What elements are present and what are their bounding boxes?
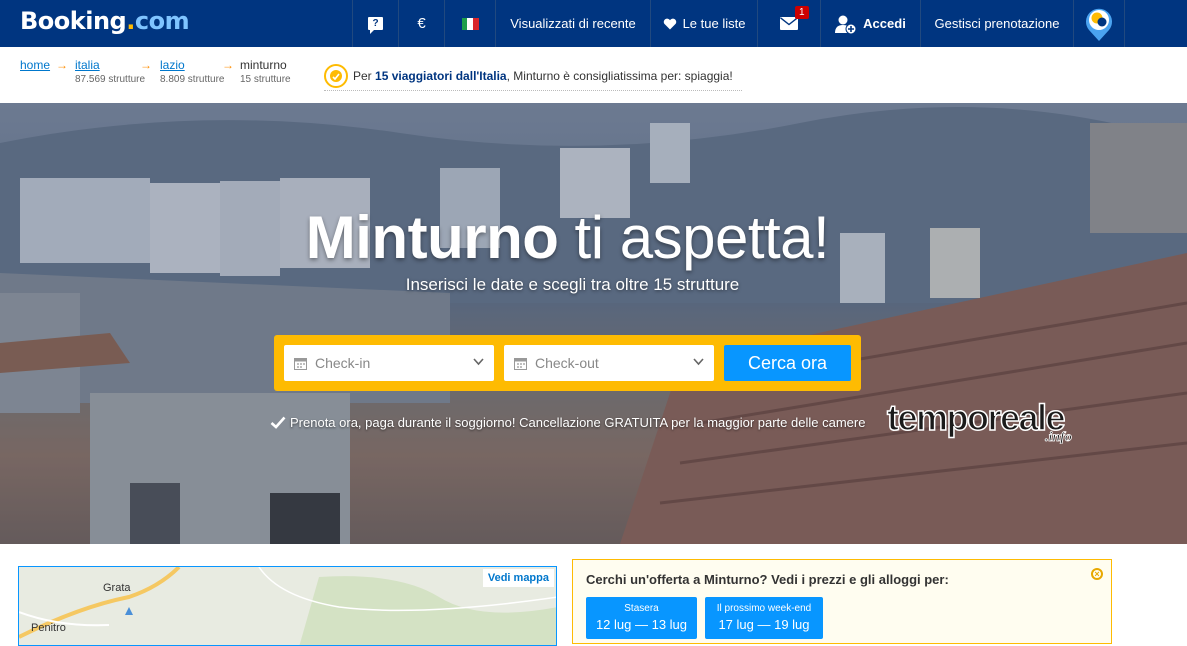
login-button[interactable]: Accedi bbox=[820, 0, 920, 47]
calendar-icon bbox=[514, 357, 527, 370]
logo-com: com bbox=[134, 7, 190, 35]
checkout-placeholder: Check-out bbox=[535, 355, 599, 371]
breadcrumb-italia[interactable]: italia 87.569 strutture bbox=[75, 58, 145, 85]
breadcrumb-arrow-icon: → bbox=[56, 58, 68, 72]
traveller-recommendation: Per 15 viaggiatori dall'Italia, Minturno… bbox=[324, 62, 742, 91]
search-box: Check-in Check-out Cerca ora bbox=[274, 335, 861, 391]
recently-viewed-label: Visualizzati di recente bbox=[510, 16, 636, 31]
messages-badge: 1 bbox=[795, 6, 809, 19]
deal-weekend-range: 17 lug — 19 lug bbox=[718, 617, 810, 632]
promo-suffix: , Minturno è consigliatissima per: spiag… bbox=[506, 69, 733, 83]
breadcrumb-home-label[interactable]: home bbox=[20, 58, 50, 72]
map-preview[interactable]: Grata Penitro Vedi mappa bbox=[18, 566, 557, 646]
login-label: Accedi bbox=[863, 16, 906, 31]
hero-overlay bbox=[0, 103, 1187, 544]
checkin-placeholder: Check-in bbox=[315, 355, 371, 371]
help-icon: ? bbox=[368, 17, 383, 34]
breadcrumb-lazio-label[interactable]: lazio bbox=[160, 58, 185, 72]
breadcrumb-arrow-icon: → bbox=[222, 58, 234, 72]
breadcrumb-lazio[interactable]: lazio 8.809 strutture bbox=[160, 58, 224, 85]
currency-symbol: € bbox=[417, 15, 426, 32]
heart-icon bbox=[663, 18, 676, 29]
chevron-down-icon bbox=[473, 358, 484, 366]
breadcrumb-arrow-icon: → bbox=[140, 58, 152, 72]
breadcrumb-home[interactable]: home bbox=[20, 58, 50, 72]
wishlists-link[interactable]: Le tue liste bbox=[650, 0, 757, 47]
breadcrumb-lazio-count: 8.809 strutture bbox=[160, 74, 225, 85]
map-label-grata: Grata bbox=[103, 582, 131, 594]
booking-logo[interactable]: Booking.com bbox=[20, 7, 190, 37]
deal-weekend-button[interactable]: Il prossimo week-end 17 lug — 19 lug bbox=[705, 597, 823, 639]
breadcrumb-italia-label[interactable]: italia bbox=[75, 58, 100, 72]
map-label-penitro: Penitro bbox=[31, 622, 66, 634]
help-button[interactable]: ? bbox=[352, 0, 398, 47]
currency-button[interactable]: € bbox=[398, 0, 444, 47]
logo-text: Booking bbox=[20, 7, 127, 35]
manage-booking-link[interactable]: Gestisci prenotazione bbox=[920, 0, 1073, 47]
hero-subtitle: Inserisci le date e scegli tra oltre 15 … bbox=[405, 275, 740, 294]
breadcrumb-minturno-label: minturno bbox=[240, 58, 287, 72]
svg-text:temporeale: temporeale bbox=[887, 397, 1065, 438]
hero-title: Minturno ti aspetta! bbox=[0, 203, 1135, 272]
recently-viewed-link[interactable]: Visualizzati di recente bbox=[495, 0, 650, 47]
hero-title-bold: Minturno bbox=[305, 204, 559, 271]
free-cancellation-note: Prenota ora, paga durante il soggiorno! … bbox=[270, 415, 865, 430]
promo-highlight: 15 viaggiatori dall'Italia bbox=[375, 69, 507, 83]
deal-weekend-label: Il prossimo week-end bbox=[716, 603, 812, 614]
hero-title-rest: ti aspetta! bbox=[558, 204, 830, 271]
language-button[interactable] bbox=[444, 0, 495, 47]
user-add-icon bbox=[835, 15, 857, 34]
deal-tonight-button[interactable]: Stasera 12 lug — 13 lug bbox=[586, 597, 697, 639]
chat-button[interactable] bbox=[1073, 0, 1125, 47]
search-button[interactable]: Cerca ora bbox=[724, 345, 851, 381]
checkin-field[interactable]: Check-in bbox=[284, 345, 494, 381]
checkmark-icon bbox=[270, 416, 286, 429]
hero-banner: Minturno ti aspetta! Inserisci le date e… bbox=[0, 103, 1187, 544]
chat-pin-icon bbox=[1086, 8, 1112, 41]
messages-button[interactable]: 1 bbox=[757, 0, 820, 47]
deal-tonight-range: 12 lug — 13 lug bbox=[595, 617, 688, 632]
deal-finder-panel: Cerchi un'offerta a Minturno? Vedi i pre… bbox=[572, 559, 1112, 644]
top-header: Booking.com ? € Visualizzati di recente … bbox=[0, 0, 1187, 47]
manage-booking-label: Gestisci prenotazione bbox=[934, 16, 1060, 31]
envelope-icon bbox=[780, 17, 798, 30]
thumbs-up-icon bbox=[324, 64, 348, 88]
close-icon[interactable]: × bbox=[1091, 568, 1103, 580]
italy-flag-icon bbox=[461, 17, 479, 30]
wishlists-label: Le tue liste bbox=[682, 16, 746, 31]
svg-text:.info: .info bbox=[1045, 430, 1072, 444]
breadcrumb-minturno-count: 15 strutture bbox=[240, 74, 291, 85]
map-image bbox=[19, 567, 556, 645]
logo-dot: . bbox=[126, 7, 135, 35]
deal-finder-title: Cerchi un'offerta a Minturno? Vedi i pre… bbox=[586, 572, 949, 587]
deal-tonight-label: Stasera bbox=[624, 603, 659, 614]
breadcrumb-italia-count: 87.569 strutture bbox=[75, 74, 146, 85]
calendar-icon bbox=[294, 357, 307, 370]
chevron-down-icon bbox=[693, 358, 704, 366]
temporeale-watermark-logo: temporeale .info bbox=[886, 396, 1072, 444]
checkout-field[interactable]: Check-out bbox=[504, 345, 714, 381]
breadcrumb-minturno: minturno 15 strutture bbox=[240, 58, 291, 85]
view-map-button[interactable]: Vedi mappa bbox=[482, 569, 554, 587]
promo-prefix: Per bbox=[353, 69, 372, 83]
free-cancellation-text: Prenota ora, paga durante il soggiorno! … bbox=[290, 415, 866, 430]
